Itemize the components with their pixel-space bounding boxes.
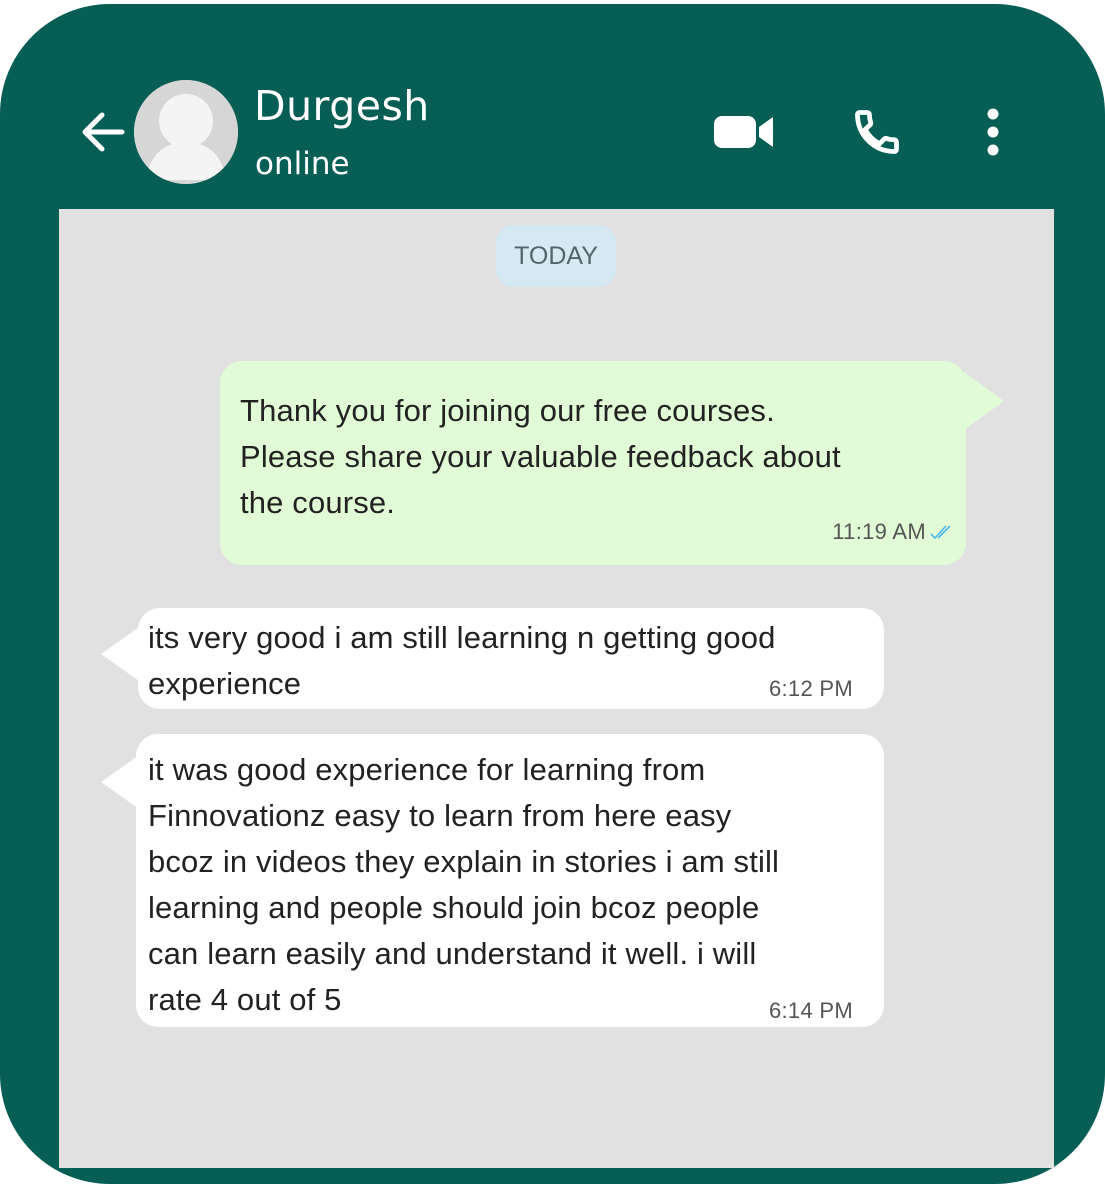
bubble-tail [964,372,1004,430]
incoming-message[interactable]: it was good experience for learning from… [136,734,884,1027]
message-time: 6:12 PM [768,676,853,701]
outgoing-message[interactable]: Thank you for joining our free courses. … [220,361,966,565]
contact-status: online [255,146,350,182]
default-avatar-icon [134,80,238,184]
date-chip: TODAY [496,225,616,287]
message-time: 11:19 AM [832,519,926,544]
double-check-icon [930,525,951,540]
message-text: it was good experience for learning from… [148,752,780,1017]
avatar[interactable] [134,80,238,184]
video-call-icon[interactable] [713,112,775,152]
arrow-left-icon[interactable] [78,108,128,158]
contact-name[interactable]: Durgesh [254,82,430,130]
message-text: its very good i am still learning n gett… [148,620,776,701]
message-text: Thank you for joining our free courses. … [240,393,841,520]
incoming-message[interactable]: its very good i am still learning n gett… [138,608,884,709]
more-vertical-icon[interactable] [982,108,1004,156]
voice-call-icon[interactable] [850,106,904,158]
message-time: 6:14 PM [768,998,853,1023]
